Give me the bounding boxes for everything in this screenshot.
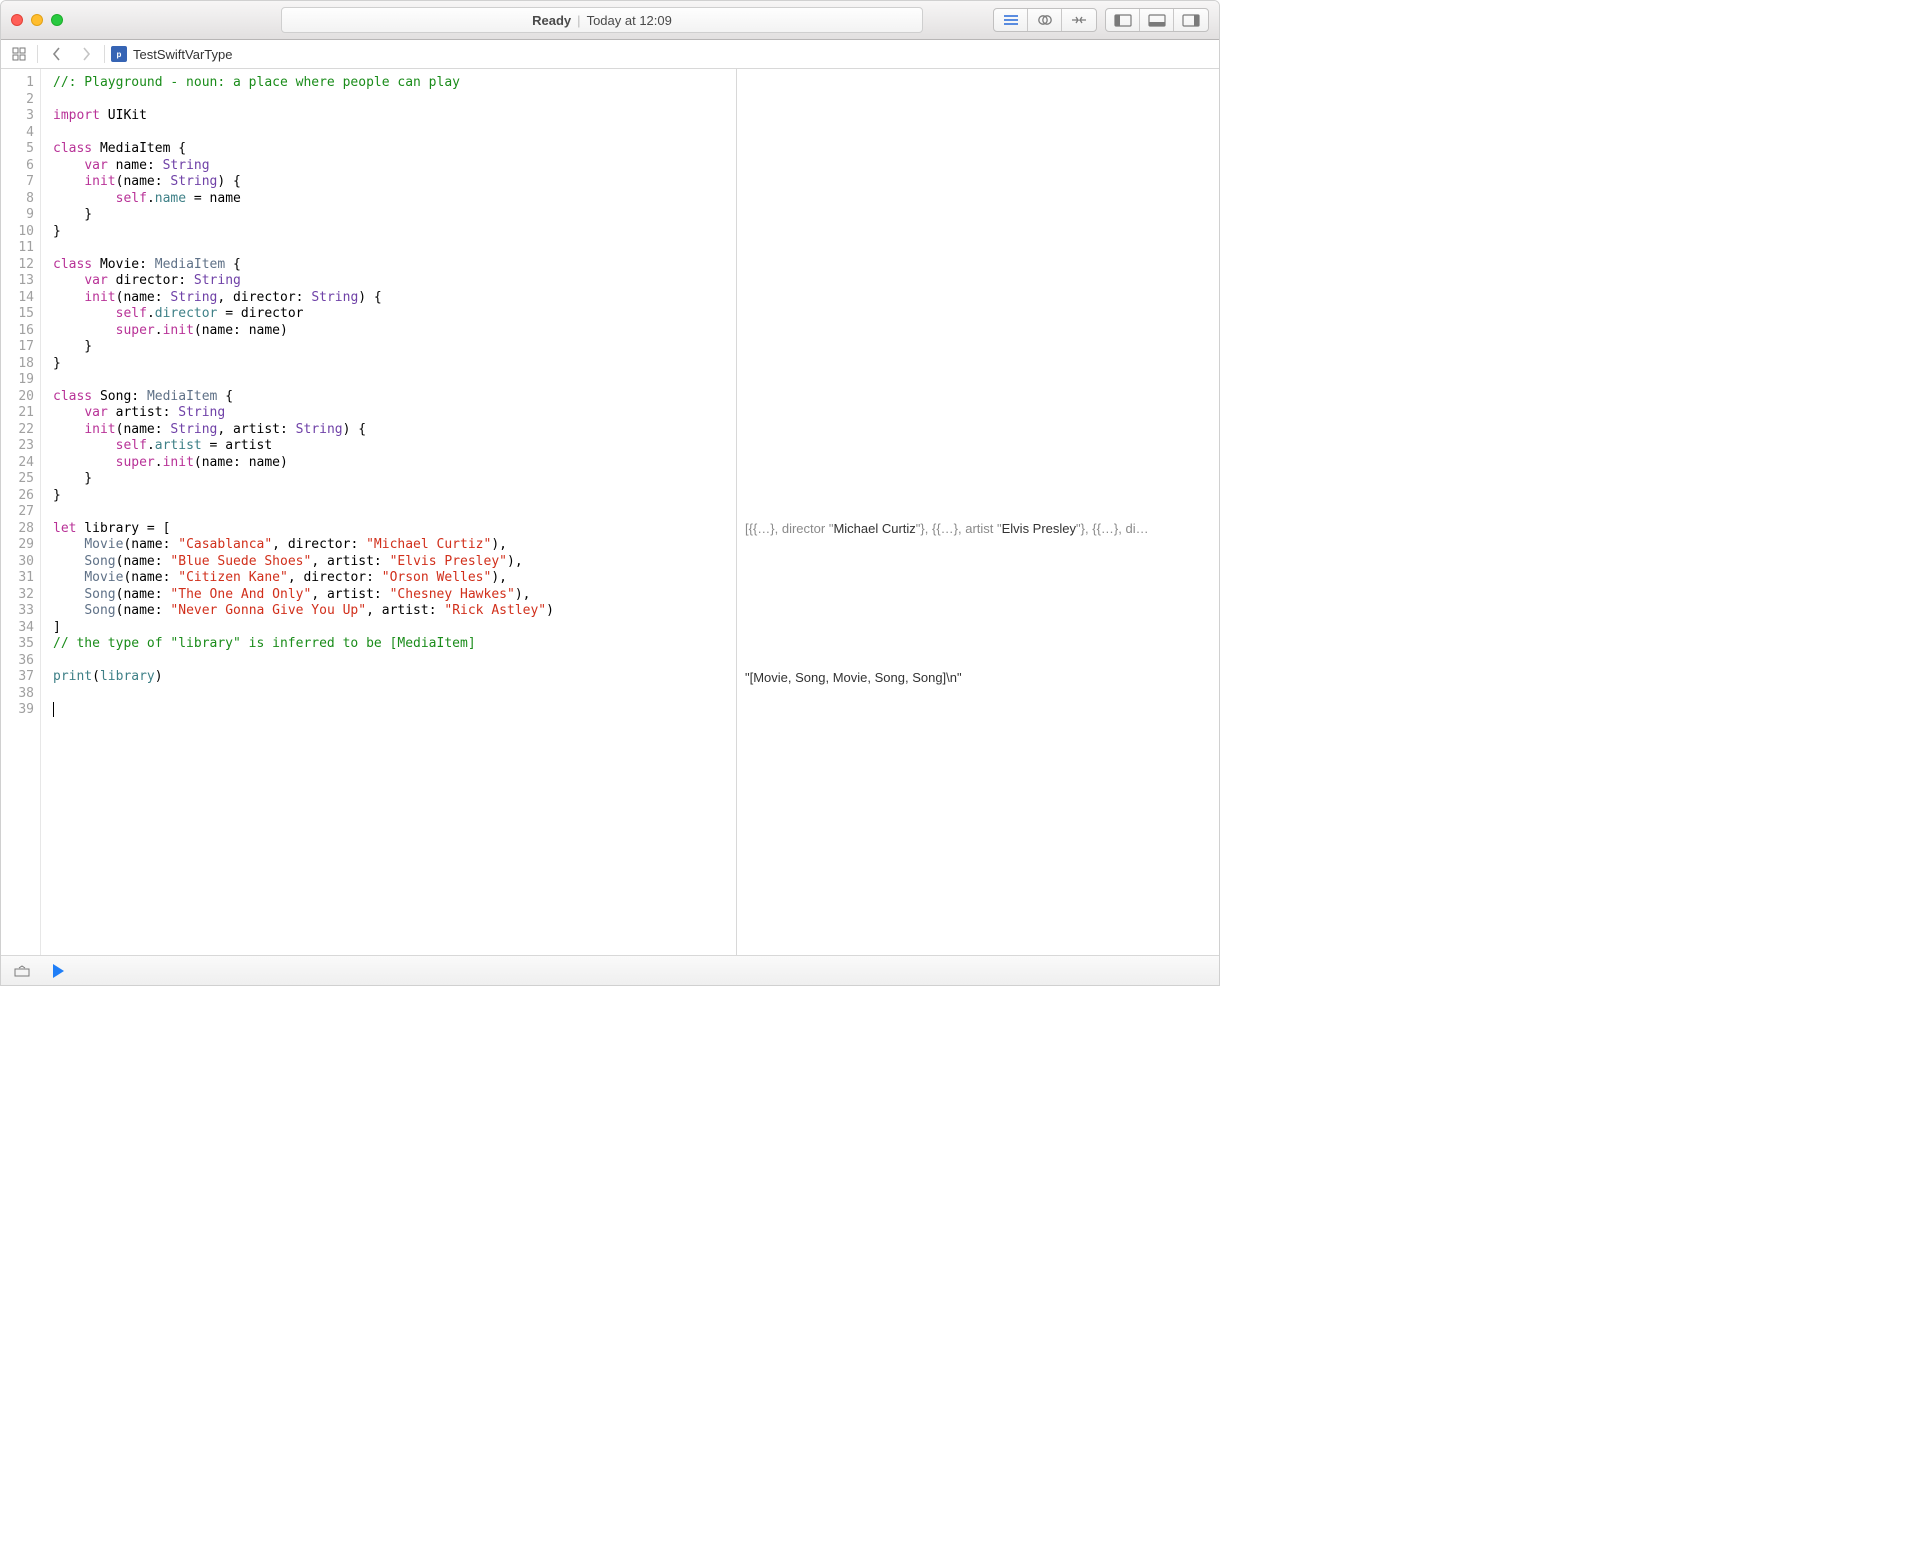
toggle-left-panel-button[interactable] [1106,9,1140,31]
breadcrumb[interactable]: TestSwiftVarType [133,47,232,62]
zoom-window-button[interactable] [51,14,63,26]
results-sidebar[interactable]: [{{…}, director "Michael Curtiz"}, {{…},… [736,69,1219,955]
compare-arrows-icon [1070,14,1088,26]
line-number: 26 [1,488,40,505]
line-number: 28 [1,521,40,538]
nav-forward-button[interactable] [74,42,98,66]
line-number: 9 [1,207,40,224]
line-number: 13 [1,273,40,290]
line-number: 18 [1,356,40,373]
bottom-panel-icon [1148,14,1166,27]
line-number: 6 [1,158,40,175]
line-number: 1 [1,75,40,92]
chevron-left-icon [52,47,61,61]
execute-playground-button[interactable] [47,960,69,982]
line-number: 4 [1,125,40,142]
line-number: 12 [1,257,40,274]
assistant-editor-button[interactable] [1028,9,1062,31]
line-number: 27 [1,504,40,521]
line-number: 20 [1,389,40,406]
activity-viewer[interactable]: Ready | Today at 12:09 [281,7,923,33]
status-label: Ready [532,13,571,28]
line-number: 33 [1,603,40,620]
line-number: 24 [1,455,40,472]
status-time: Today at 12:09 [587,13,672,28]
line-number-gutter[interactable]: 1234567891011121314151617181920212223242… [1,69,41,955]
result-line-37[interactable]: "[Movie, Song, Movie, Song, Song]\n" [745,670,1211,685]
right-panel-icon [1182,14,1200,27]
panel-toggle-group [1105,8,1209,32]
source-editor[interactable]: //: Playground - noun: a place where peo… [41,69,736,955]
line-number: 10 [1,224,40,241]
standard-editor-icon [1003,14,1019,26]
left-panel-icon [1114,14,1132,27]
line-number: 32 [1,587,40,604]
line-number: 16 [1,323,40,340]
line-number: 25 [1,471,40,488]
toolbar-right [993,8,1209,32]
related-items-button[interactable] [7,42,31,66]
toggle-bottom-panel-button[interactable] [1140,9,1174,31]
line-number: 36 [1,653,40,670]
minimize-window-button[interactable] [31,14,43,26]
line-number: 31 [1,570,40,587]
line-number: 2 [1,92,40,109]
toggle-debug-area-button[interactable] [11,960,33,982]
editor-area: 1234567891011121314151617181920212223242… [1,69,1219,955]
line-number: 37 [1,669,40,686]
line-number: 7 [1,174,40,191]
grid-icon [12,47,26,61]
line-number: 29 [1,537,40,554]
window-titlebar: Ready | Today at 12:09 [1,1,1219,40]
line-number: 30 [1,554,40,571]
line-number: 21 [1,405,40,422]
toggle-right-panel-button[interactable] [1174,9,1208,31]
version-editor-button[interactable] [1062,9,1096,31]
play-icon [51,963,65,979]
line-number: 14 [1,290,40,307]
line-number: 23 [1,438,40,455]
line-number: 15 [1,306,40,323]
traffic-lights [11,14,63,26]
nav-divider [37,45,38,63]
line-number: 19 [1,372,40,389]
line-number: 8 [1,191,40,208]
line-number: 38 [1,686,40,703]
line-number: 35 [1,636,40,653]
chevron-right-icon [82,47,91,61]
line-number: 3 [1,108,40,125]
standard-editor-button[interactable] [994,9,1028,31]
status-divider: | [577,13,580,28]
close-window-button[interactable] [11,14,23,26]
line-number: 5 [1,141,40,158]
panel-up-icon [14,965,30,977]
debug-bar [1,955,1219,985]
line-number: 34 [1,620,40,637]
result-line-28[interactable]: [{{…}, director "Michael Curtiz"}, {{…},… [745,521,1211,536]
playground-file-icon: p [111,46,127,62]
editor-mode-group [993,8,1097,32]
venn-icon [1037,13,1053,27]
line-number: 11 [1,240,40,257]
nav-divider [104,45,105,63]
line-number: 22 [1,422,40,439]
line-number: 17 [1,339,40,356]
nav-back-button[interactable] [44,42,68,66]
jump-bar: p TestSwiftVarType [1,40,1219,69]
line-number: 39 [1,702,40,719]
